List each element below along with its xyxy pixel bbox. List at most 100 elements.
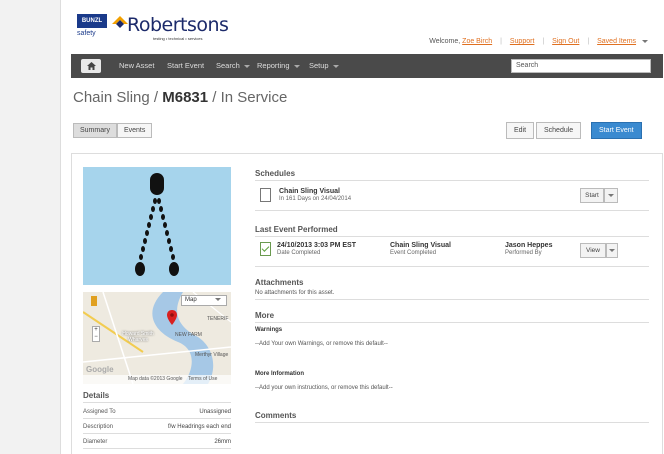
schedule-name: Chain Sling Visual: [279, 188, 340, 195]
document-icon: [260, 188, 271, 202]
start-schedule-button[interactable]: Start: [580, 188, 604, 203]
chevron-down-icon: [214, 297, 221, 301]
asset-status: / In Service: [212, 89, 288, 106]
divider: [255, 266, 649, 267]
detail-value: f/w Headrings each end: [167, 424, 231, 430]
nav-new-asset[interactable]: New Asset: [119, 61, 154, 70]
start-schedule-menu-button[interactable]: [604, 188, 618, 203]
last-event-title: Last Event Performed: [255, 225, 338, 234]
start-event-button[interactable]: Start Event: [591, 122, 642, 139]
detail-label: Diameter: [83, 439, 108, 445]
view-event-menu-button[interactable]: [606, 243, 618, 258]
support-link[interactable]: Support: [510, 38, 535, 45]
map-footer: Map data ©2013 Google Terms of Use: [83, 375, 231, 384]
nav-search[interactable]: Search: [216, 61, 250, 70]
event-date: 24/10/2013 3:03 PM EST: [277, 242, 356, 249]
chevron-down-icon: [293, 64, 300, 68]
page-title: Chain Sling / M6831 / In Service: [73, 89, 287, 106]
detail-value: Unassigned: [199, 409, 231, 415]
separator: |: [587, 38, 590, 45]
warnings-text: --Add Your own Warnings, or remove this …: [255, 341, 388, 347]
main-navbar: New Asset Start Event Search Reporting S…: [71, 54, 663, 78]
event-name: Chain Sling Visual: [390, 242, 451, 249]
event-name-label: Event Completed: [390, 250, 437, 256]
detail-value: 26mm: [214, 439, 231, 445]
map-type-label: Map: [185, 297, 197, 303]
event-date-label: Date Completed: [277, 250, 321, 256]
robertsons-tagline: testing • technical • services: [153, 36, 203, 41]
separator: |: [542, 38, 545, 45]
map-label: TENERIF: [207, 316, 229, 322]
divider: [83, 448, 231, 449]
divider: [255, 299, 649, 300]
asset-image: [83, 167, 231, 285]
divider: [83, 402, 231, 403]
google-logo: Google: [86, 365, 114, 374]
saved-items-link[interactable]: Saved Items: [597, 38, 636, 45]
divider: [255, 210, 649, 211]
nav-setup-label: Setup: [309, 61, 329, 70]
map-label: Merthyr Village: [195, 352, 229, 358]
schedule-button[interactable]: Schedule: [536, 122, 582, 139]
tab-events[interactable]: Events: [116, 123, 153, 138]
user-link[interactable]: Zoe Birch: [462, 38, 492, 45]
edit-button[interactable]: Edit: [506, 122, 535, 139]
divider: [83, 433, 231, 434]
divider: [255, 236, 649, 237]
map-attribution: Map data ©2013 Google: [128, 376, 183, 382]
robertsons-logo-text: Robertsons: [127, 14, 229, 36]
chevron-down-icon: [243, 64, 250, 68]
map-pin-icon: [167, 310, 177, 325]
sign-out-link[interactable]: Sign Out: [552, 38, 579, 45]
page: BUNZL safety Robertsons testing • techni…: [60, 0, 664, 454]
detail-label: Description: [83, 424, 114, 430]
attachments-empty-text: No attachments for this asset.: [255, 290, 335, 296]
user-links: Welcome, Zoe Birch | Support | Sign Out …: [429, 38, 648, 45]
asset-id: M6831: [162, 89, 209, 106]
more-title: More: [255, 311, 275, 320]
tab-bar: Summary Events: [73, 123, 153, 138]
chain-sling-icon: [135, 173, 179, 276]
map-type-select[interactable]: Map: [181, 295, 227, 306]
search-input[interactable]: Search: [511, 59, 651, 73]
divider: [255, 322, 649, 323]
map-terms-link[interactable]: Terms of Use: [188, 376, 217, 382]
view-event-button[interactable]: View: [580, 243, 606, 258]
nav-reporting[interactable]: Reporting: [257, 61, 300, 70]
location-map[interactable]: Map + − Howard Smith Wharves NEW FARM Mer…: [83, 292, 231, 384]
divider: [255, 422, 649, 423]
more-information-text: --Add your own instructions, or remove t…: [255, 385, 393, 391]
warnings-title: Warnings: [255, 327, 283, 333]
map-label: Howard Smith Wharves: [122, 331, 154, 343]
comments-title: Comments: [255, 411, 297, 420]
chevron-down-icon: [609, 248, 615, 252]
chevron-down-icon[interactable]: [642, 39, 648, 43]
chevron-down-icon: [332, 64, 339, 68]
nav-search-label: Search: [216, 61, 240, 70]
divider: [255, 180, 649, 181]
chevron-down-icon: [608, 193, 614, 197]
check-icon: [261, 244, 270, 252]
completed-document-icon: [260, 242, 271, 256]
welcome-text: Welcome,: [429, 38, 461, 45]
detail-row: Diameter 26mm: [83, 439, 231, 445]
event-performer-label: Performed By: [505, 250, 542, 256]
detail-row: Assigned To Unassigned: [83, 409, 231, 415]
nav-reporting-label: Reporting: [257, 61, 290, 70]
bunzl-safety-text: safety: [77, 30, 96, 37]
nav-setup[interactable]: Setup: [309, 61, 339, 70]
more-information-title: More Information: [255, 371, 304, 377]
schedule-due: In 161 Days on 24/04/2014: [279, 196, 352, 202]
detail-label: Assigned To: [83, 409, 116, 415]
schedules-title: Schedules: [255, 169, 296, 178]
detail-row: Description f/w Headrings each end: [83, 424, 231, 430]
separator: |: [500, 38, 502, 45]
bunzl-logo: BUNZL: [77, 14, 107, 28]
map-zoom-control[interactable]: + −: [92, 326, 100, 342]
home-button[interactable]: [81, 59, 101, 73]
event-performer: Jason Heppes: [505, 242, 553, 249]
details-title: Details: [83, 391, 110, 400]
header: BUNZL safety Robertsons testing • techni…: [61, 0, 664, 54]
nav-start-event[interactable]: Start Event: [167, 61, 204, 70]
tab-summary[interactable]: Summary: [73, 123, 117, 138]
